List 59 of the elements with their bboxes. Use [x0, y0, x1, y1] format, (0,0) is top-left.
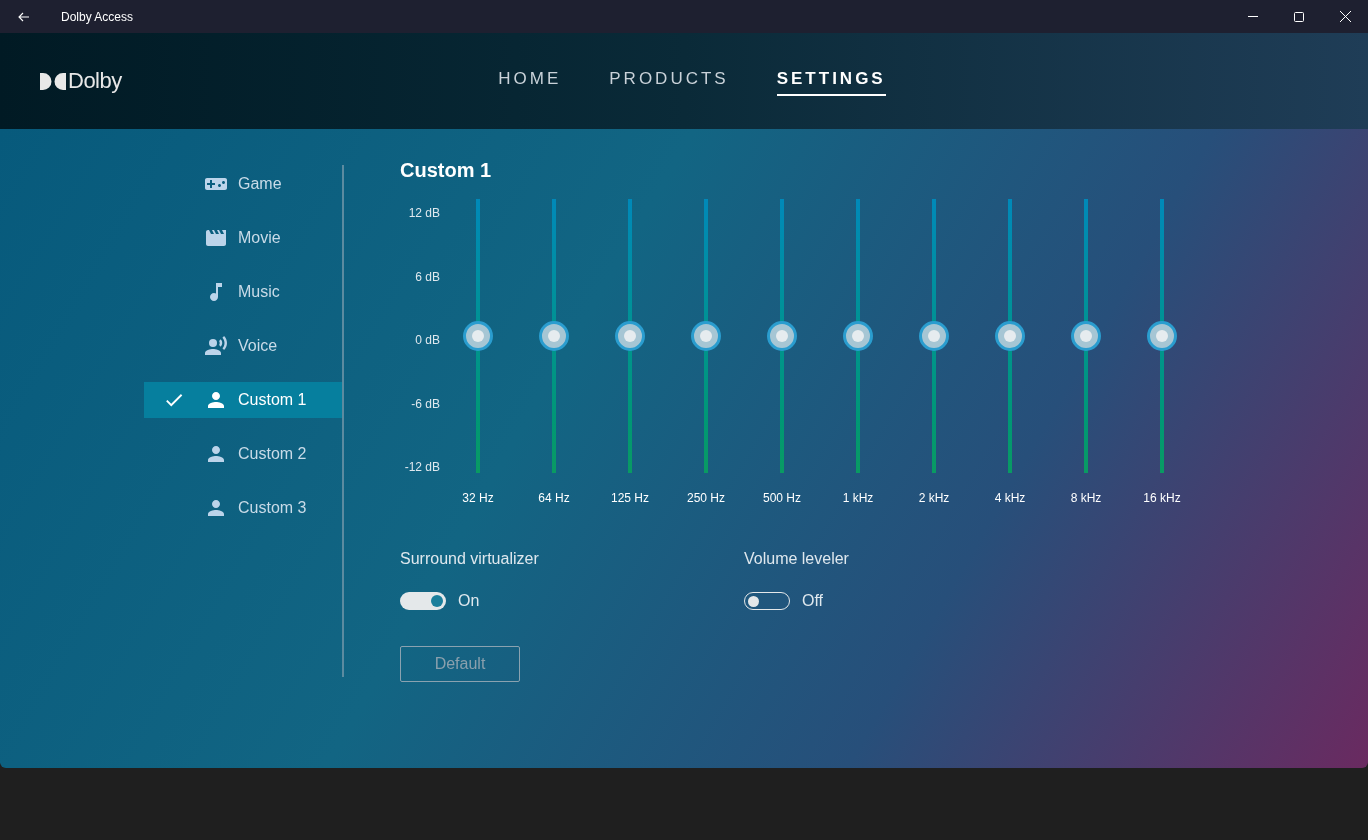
nav-tab[interactable]: HOME [498, 66, 562, 96]
logo-icon [40, 72, 66, 90]
preset-item[interactable]: Voice [144, 328, 342, 364]
equalizer-slider[interactable] [843, 199, 873, 473]
equalizer-slider[interactable] [539, 199, 569, 473]
frequency-label: 64 Hz [538, 490, 570, 507]
equalizer-slider[interactable] [1147, 199, 1177, 473]
toggle-state-text: Off [802, 591, 824, 611]
db-scale-label: 0 dB [415, 334, 440, 346]
equalizer-slider-thumb[interactable] [919, 321, 949, 351]
equalizer-slider[interactable] [919, 199, 949, 473]
equalizer-slider-thumb[interactable] [691, 321, 721, 351]
preset-item[interactable]: Game [144, 166, 342, 202]
close-icon [1339, 11, 1351, 22]
preset-item[interactable]: Custom 2 [144, 436, 342, 472]
frequency-label: 2 kHz [918, 490, 950, 507]
preset-item[interactable]: Music [144, 274, 342, 310]
equalizer-slider-thumb[interactable] [463, 321, 493, 351]
nav-tab[interactable]: SETTINGS [776, 66, 886, 96]
equalizer-slider[interactable] [767, 199, 797, 473]
toggle-switch[interactable] [400, 592, 446, 610]
equalizer-slider-thumb[interactable] [767, 321, 797, 351]
db-scale-label: 6 dB [415, 270, 440, 283]
toggle-label: Surround virtualizer [400, 549, 540, 569]
db-scale-label: 12 dB [408, 207, 440, 219]
frequency-label: 4 kHz [994, 490, 1026, 507]
preset-item[interactable]: Custom 1 [144, 382, 342, 418]
preset-item[interactable]: Movie [144, 220, 342, 256]
nav-tab[interactable]: PRODUCTS [609, 66, 729, 96]
frequency-label: 8 kHz [1070, 490, 1102, 507]
minimize-icon [1248, 16, 1258, 17]
toggle-label: Volume leveler [744, 549, 850, 569]
window-title: Dolby Access [61, 8, 134, 26]
preset-title: Custom 1 [400, 160, 493, 180]
frequency-label: 125 Hz [611, 490, 649, 507]
equalizer-slider-thumb[interactable] [615, 321, 645, 351]
toggle-state-text: On [458, 591, 480, 611]
frequency-label: 1 kHz [842, 490, 874, 507]
frequency-label: 16 kHz [1143, 490, 1181, 507]
preset-item[interactable]: Custom 3 [144, 490, 342, 526]
frequency-label: 500 Hz [763, 490, 801, 507]
frequency-label: 250 Hz [687, 490, 725, 507]
maximize-icon [1294, 11, 1304, 22]
equalizer-slider-thumb[interactable] [843, 321, 873, 351]
logo-text[interactable]: Dolby [68, 70, 122, 92]
speaking-person-icon [204, 334, 228, 358]
equalizer-slider-thumb[interactable] [1071, 321, 1101, 351]
equalizer-slider-thumb[interactable] [1147, 321, 1177, 351]
equalizer-slider-thumb[interactable] [995, 321, 1025, 351]
equalizer-slider[interactable] [691, 199, 721, 473]
equalizer-slider[interactable] [1071, 199, 1101, 473]
db-scale-label: -6 dB [411, 397, 440, 410]
equalizer-slider[interactable] [615, 199, 645, 473]
db-scale-label: -12 dB [404, 461, 440, 473]
equalizer-slider[interactable] [463, 199, 493, 473]
equalizer-slider-thumb[interactable] [539, 321, 569, 351]
frequency-label: 32 Hz [462, 490, 494, 507]
back-arrow-icon [18, 11, 30, 22]
equalizer-slider[interactable] [995, 199, 1025, 473]
